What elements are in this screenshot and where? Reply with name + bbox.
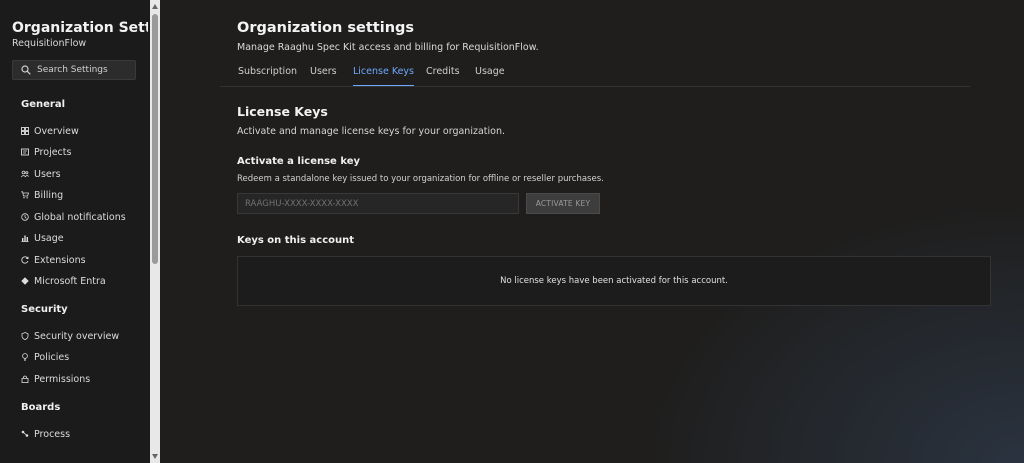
- tabs-divider: [220, 86, 970, 87]
- projects-icon: [21, 148, 29, 156]
- sidebar-item-permissions[interactable]: Permissions: [21, 371, 90, 387]
- license-keys-title: License Keys: [237, 104, 328, 119]
- search-placeholder: Search Settings: [37, 65, 108, 75]
- sidebar-item-process[interactable]: Process: [21, 426, 70, 442]
- tab-subscription[interactable]: Subscription: [238, 66, 297, 77]
- chart-icon: [21, 234, 29, 242]
- sidebar-item-policies[interactable]: Policies: [21, 349, 69, 365]
- sidebar-item-microsoft-entra[interactable]: Microsoft Entra: [21, 273, 106, 289]
- sidebar-item-label: Projects: [34, 146, 72, 158]
- tab-credits[interactable]: Credits: [426, 66, 460, 77]
- scrollbar-thumb[interactable]: [152, 14, 158, 264]
- sidebar-item-global-notifications[interactable]: Global notifications: [21, 209, 126, 225]
- lock-icon: [21, 375, 29, 383]
- sidebar-item-label: Permissions: [34, 373, 91, 385]
- sidebar-scrollbar[interactable]: [150, 0, 160, 463]
- sidebar-item-label: Billing: [34, 189, 64, 201]
- license-keys-description: Activate and manage license keys for you…: [237, 126, 505, 137]
- cart-icon: [21, 191, 29, 199]
- sidebar-org-name: RequisitionFlow: [12, 38, 87, 49]
- section-heading-boards: Boards: [21, 402, 61, 413]
- sidebar-title: Organization Settin...: [12, 20, 148, 36]
- tab-license-keys[interactable]: License Keys: [353, 66, 415, 87]
- sidebar-item-users[interactable]: Users: [21, 166, 61, 182]
- search-settings-input[interactable]: Search Settings: [12, 60, 136, 80]
- grid-icon: [21, 127, 29, 135]
- extension-icon: [21, 256, 29, 264]
- sidebar-item-billing[interactable]: Billing: [21, 187, 63, 203]
- settings-sidebar: Organization Settin... RequisitionFlow S…: [0, 0, 150, 463]
- users-icon: [21, 170, 29, 178]
- sidebar-item-overview[interactable]: Overview: [21, 123, 79, 139]
- section-heading-general: General: [21, 99, 65, 110]
- sidebar-item-label: Process: [34, 428, 71, 440]
- sidebar-item-label: Security overview: [34, 330, 120, 342]
- license-key-input[interactable]: [237, 193, 519, 214]
- notification-icon: [21, 213, 29, 221]
- sidebar-item-label: Overview: [34, 125, 79, 137]
- scroll-down-arrow-icon[interactable]: [152, 454, 158, 459]
- sidebar-item-label: Users: [34, 168, 61, 180]
- sidebar-item-label: Policies: [34, 351, 70, 363]
- keys-on-account-heading: Keys on this account: [237, 235, 355, 246]
- empty-state-message: No license keys have been activated for …: [500, 276, 728, 286]
- activate-key-description: Redeem a standalone key issued to your o…: [237, 174, 604, 184]
- tab-usage[interactable]: Usage: [475, 66, 505, 77]
- sidebar-item-usage[interactable]: Usage: [21, 230, 64, 246]
- sidebar-item-security-overview[interactable]: Security overview: [21, 328, 119, 344]
- sidebar-item-label: Extensions: [34, 254, 86, 266]
- sidebar-item-label: Global notifications: [34, 211, 126, 223]
- bulb-icon: [21, 353, 29, 361]
- keys-empty-state: No license keys have been activated for …: [237, 256, 991, 306]
- scroll-up-arrow-icon[interactable]: [152, 4, 158, 9]
- page-subtitle: Manage Raaghu Spec Kit access and billin…: [237, 42, 539, 53]
- page-title: Organization settings: [237, 20, 415, 36]
- activate-key-button[interactable]: ACTIVATE KEY: [526, 193, 600, 214]
- tab-users[interactable]: Users: [310, 66, 337, 77]
- process-icon: [21, 430, 29, 438]
- sidebar-item-projects[interactable]: Projects: [21, 144, 71, 160]
- section-heading-security: Security: [21, 304, 68, 315]
- sidebar-item-extensions[interactable]: Extensions: [21, 252, 86, 268]
- sidebar-item-label: Microsoft Entra: [34, 275, 106, 287]
- search-icon: [21, 65, 31, 75]
- activate-key-heading: Activate a license key: [237, 156, 360, 167]
- entra-icon: [21, 277, 29, 285]
- shield-icon: [21, 332, 29, 340]
- sidebar-item-label: Usage: [34, 232, 64, 244]
